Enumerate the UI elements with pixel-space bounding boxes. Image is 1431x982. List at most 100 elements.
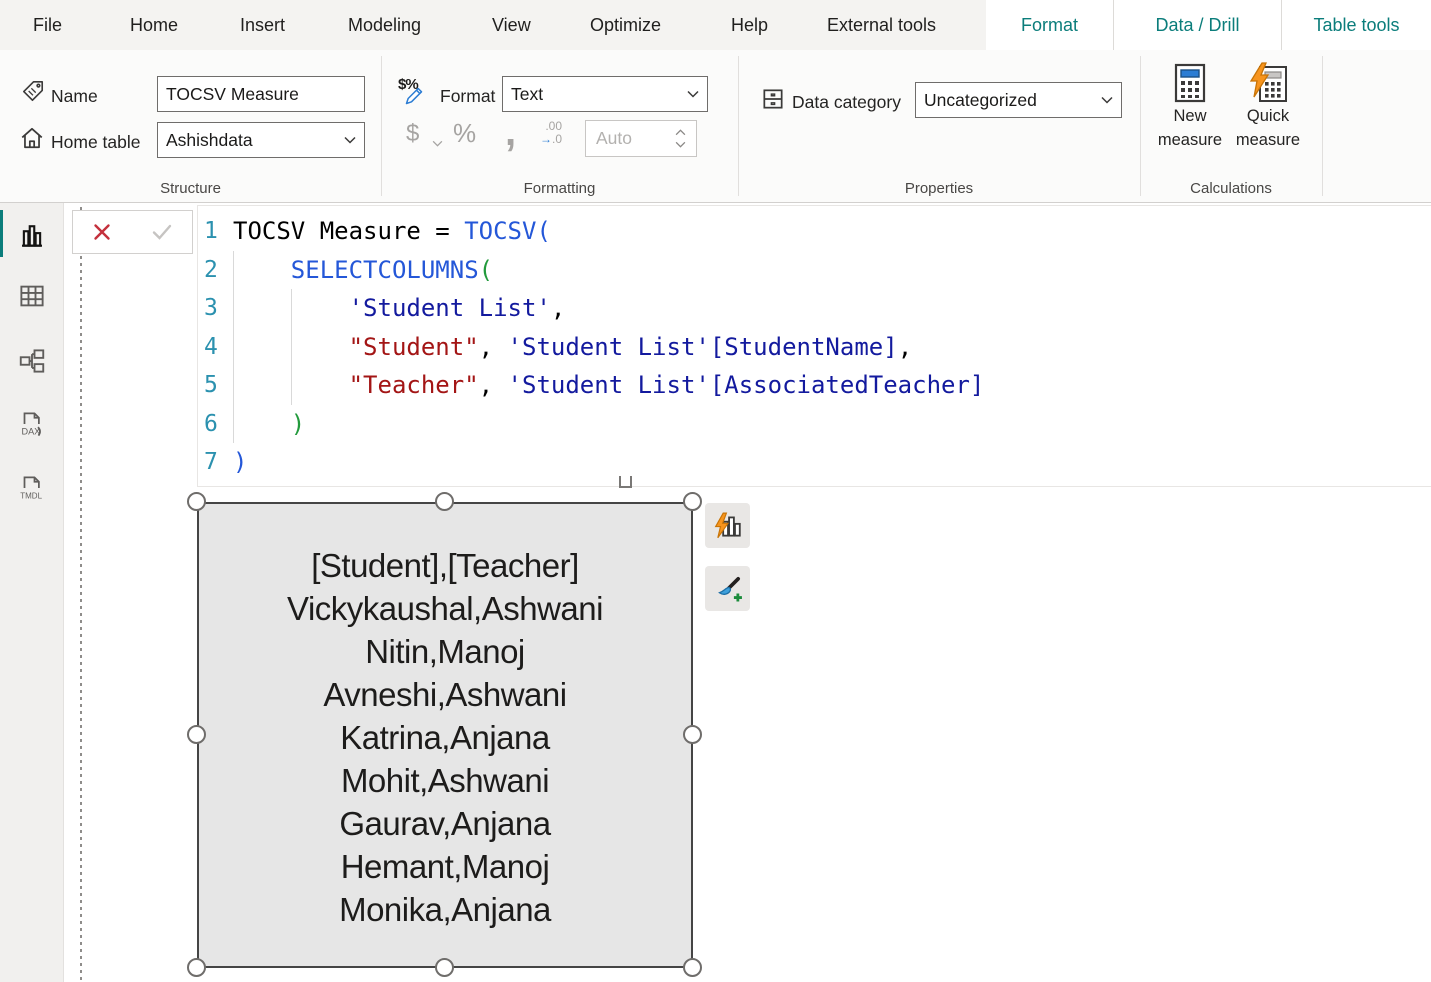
card-text-line: Katrina,Anjana [199, 716, 691, 759]
table-view-icon[interactable] [17, 281, 47, 311]
code-text: SELECTCOLUMNS( [233, 251, 493, 290]
formula-line[interactable]: 1TOCSV Measure = TOCSV( [198, 212, 1431, 251]
chevron-up-icon[interactable] [675, 129, 686, 136]
build-visual-button[interactable] [705, 503, 750, 548]
decimal-places-spinner[interactable]: Auto [585, 120, 697, 157]
data-category-icon [760, 86, 786, 117]
percent-format-button[interactable]: % [453, 118, 476, 149]
cancel-formula-button[interactable] [90, 220, 114, 244]
resize-handle-top-center[interactable] [435, 492, 454, 511]
group-divider [738, 56, 739, 196]
format-select[interactable]: Text [502, 76, 708, 112]
formula-bar-resize-handle[interactable] [619, 476, 632, 488]
code-token [233, 256, 291, 284]
code-token: ( [479, 256, 493, 284]
data-category-select[interactable]: Uncategorized [915, 82, 1122, 118]
code-text: "Teacher", 'Student List'[AssociatedTeac… [233, 366, 984, 405]
code-token: SELECTCOLUMNS [291, 256, 479, 284]
tab-divider [1281, 0, 1282, 50]
menu-bar: File Home Insert Modeling View Optimize … [0, 0, 1431, 50]
chevron-down-icon [687, 90, 699, 98]
formula-line[interactable]: 2 SELECTCOLUMNS( [198, 251, 1431, 290]
formula-line[interactable]: 7) [198, 443, 1431, 482]
format-visual-button[interactable] [705, 566, 750, 611]
home-table-label: Home table [51, 132, 141, 153]
menu-external-tools[interactable]: External tools [827, 0, 936, 50]
code-token [233, 410, 291, 438]
format-icon: $% [398, 78, 432, 112]
card-visual[interactable]: [Student],[Teacher]Vickykaushal,AshwaniN… [197, 502, 693, 968]
formula-line[interactable]: 4 "Student", 'Student List'[StudentName]… [198, 328, 1431, 367]
tag-icon [20, 78, 46, 109]
measure-name-input[interactable] [157, 76, 365, 112]
code-token: 'Student List'[StudentName] [508, 333, 898, 361]
menu-optimize[interactable]: Optimize [590, 0, 661, 50]
home-table-select[interactable]: Ashishdata [157, 122, 365, 158]
calculator-icon [1170, 62, 1210, 104]
quick-measure-button[interactable]: Quick measure [1229, 62, 1307, 152]
menu-modeling[interactable]: Modeling [348, 0, 421, 50]
card-text-line: Mohit,Ashwani [199, 759, 691, 802]
resize-handle-bottom-center[interactable] [435, 958, 454, 977]
resize-handle-bottom-right[interactable] [683, 958, 702, 977]
group-divider [1322, 56, 1323, 196]
formula-editor[interactable]: 1TOCSV Measure = TOCSV(2 SELECTCOLUMNS(3… [197, 205, 1431, 487]
dax-query-view-icon[interactable]: DAX [17, 409, 47, 439]
resize-handle-middle-right[interactable] [683, 725, 702, 744]
tab-data-drill[interactable]: Data / Drill [1114, 0, 1281, 50]
resize-handle-top-right[interactable] [683, 492, 702, 511]
code-text: "Student", 'Student List'[StudentName], [233, 328, 912, 367]
menu-home[interactable]: Home [130, 0, 178, 50]
code-token: ) [291, 410, 305, 438]
chevron-down-icon[interactable] [675, 141, 686, 148]
group-label-structure: Structure [0, 180, 381, 197]
currency-format-button[interactable]: $ [406, 120, 419, 148]
code-token: 'Student List'[AssociatedTeacher] [508, 371, 985, 399]
svg-text:DAX: DAX [22, 427, 41, 437]
code-token: , [479, 333, 508, 361]
tab-table-tools[interactable]: Table tools [1282, 0, 1431, 50]
arrow-icon: → [540, 132, 552, 146]
decimal-places-button[interactable]: .00 →.0 [528, 120, 562, 152]
model-view-icon[interactable] [17, 346, 47, 376]
formula-line[interactable]: 3 'Student List', [198, 289, 1431, 328]
format-label: Format [440, 86, 495, 107]
line-number: 1 [198, 212, 233, 251]
tmdl-view-icon[interactable]: TMDL [17, 473, 47, 503]
formula-line[interactable]: 6 ) [198, 405, 1431, 444]
resize-handle-middle-left[interactable] [187, 725, 206, 744]
currency-chevron-icon[interactable] [432, 134, 443, 152]
new-measure-button[interactable]: New measure [1151, 62, 1229, 152]
resize-handle-bottom-left[interactable] [187, 958, 206, 977]
formula-commit-box [72, 210, 193, 254]
indent-guide [291, 289, 292, 328]
tab-format[interactable]: Format [986, 0, 1113, 50]
card-text-line: [Student],[Teacher] [199, 544, 691, 587]
chevron-down-icon [1101, 96, 1113, 104]
format-visual-icon [713, 574, 743, 604]
code-token: TOCSV [464, 217, 536, 245]
card-text-line: Monika,Anjana [199, 888, 691, 931]
menu-insert[interactable]: Insert [240, 0, 285, 50]
menu-file[interactable]: File [33, 0, 62, 50]
name-label: Name [51, 86, 98, 107]
report-view-icon[interactable] [17, 220, 47, 250]
line-number: 4 [198, 328, 233, 367]
chevron-down-icon [344, 136, 356, 144]
menu-view[interactable]: View [492, 0, 531, 50]
svg-text:TMDL: TMDL [20, 492, 42, 501]
thousands-separator-button[interactable]: , [505, 122, 516, 152]
code-token: , [479, 371, 508, 399]
code-token: , [551, 294, 565, 322]
menu-help[interactable]: Help [731, 0, 768, 50]
indent-guide [291, 328, 292, 367]
report-canvas[interactable]: 1TOCSV Measure = TOCSV(2 SELECTCOLUMNS(3… [64, 203, 1431, 982]
formula-line[interactable]: 5 "Teacher", 'Student List'[AssociatedTe… [198, 366, 1431, 405]
tab-divider [1113, 0, 1114, 50]
group-divider [381, 56, 382, 196]
code-token: ) [233, 448, 247, 476]
commit-formula-button[interactable] [149, 220, 175, 244]
resize-handle-top-left[interactable] [187, 492, 206, 511]
view-switcher-sidebar: DAX TMDL [0, 203, 64, 982]
canvas-left-guide [80, 207, 82, 982]
